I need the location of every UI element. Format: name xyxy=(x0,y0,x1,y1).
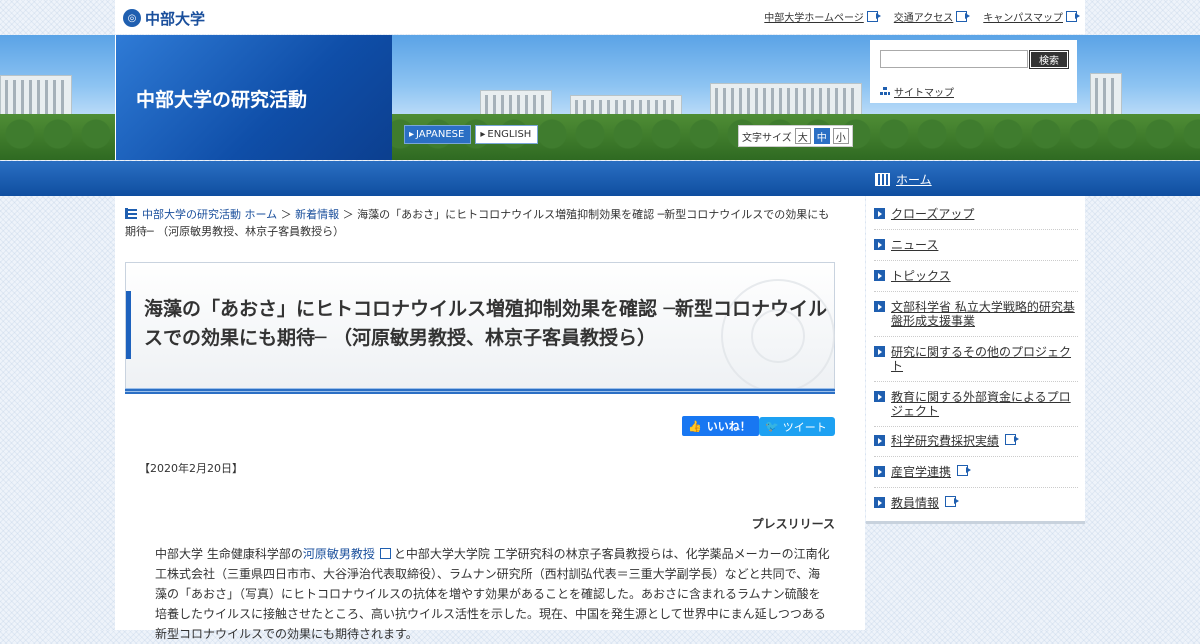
arrow-icon: ▸ xyxy=(480,129,486,140)
twitter-bird-icon: 🐦 xyxy=(765,420,779,433)
facebook-like-button[interactable]: 👍 いいね！ xyxy=(682,416,759,436)
font-size-switcher: 文字サイズ 大 中 小 xyxy=(738,125,853,147)
arrow-right-icon xyxy=(874,466,885,477)
tweet-label: ツイート xyxy=(782,420,827,434)
article-title: 海藻の「あおさ」にヒトコロナウイルス増殖抑制効果を確認 ─新型コロナウイルスでの… xyxy=(144,298,828,349)
sidebar-item-label: 研究に関するその他のプロジェクト xyxy=(891,345,1072,373)
top-link-homepage[interactable]: 中部大学ホームページ xyxy=(764,9,881,24)
like-label: いいね！ xyxy=(706,420,751,433)
top-link-access[interactable]: 交通アクセス xyxy=(893,9,971,24)
sitemap-link[interactable]: サイトマップ xyxy=(880,84,954,99)
sidebar-item-label: 産官学連携 xyxy=(891,465,952,479)
sidebar-item-other-projects[interactable]: 研究に関するその他のプロジェクト xyxy=(874,345,1078,382)
building-icon xyxy=(875,173,890,186)
external-link-icon xyxy=(945,496,960,507)
article-title-box: 海藻の「あおさ」にヒトコロナウイルス増殖抑制効果を確認 ─新型コロナウイルスでの… xyxy=(125,262,835,393)
breadcrumb-news-link[interactable]: 新着情報 xyxy=(295,208,339,221)
breadcrumb: 中部大学の研究活動 ホーム ＞ 新着情報 ＞ 海藻の「あおさ」にヒトコロナウイル… xyxy=(125,206,835,240)
arrow-right-icon xyxy=(874,301,885,312)
arrow-right-icon xyxy=(874,239,885,250)
sidebar-item-mext-project[interactable]: 文部科学省 私立大学戦略的研究基盤形成支援事業 xyxy=(874,300,1078,337)
sidebar-item-news[interactable]: ニュース xyxy=(874,238,1078,261)
sidebar-item-label: クローズアップ xyxy=(891,207,975,221)
title-accent-bar xyxy=(126,291,131,359)
font-size-large-button[interactable]: 大 xyxy=(794,128,811,144)
sidebar-item-label: 科学研究費採択実績 xyxy=(891,434,1000,448)
search-button[interactable]: 検索 xyxy=(1029,50,1069,69)
sidebar-item-faculty[interactable]: 教員情報 xyxy=(874,496,1078,518)
sidebar-item-education-projects[interactable]: 教育に関する外部資金によるプロジェクト xyxy=(874,390,1078,427)
body-text-prefix: 中部大学 生命健康科学部の xyxy=(155,547,303,561)
font-size-small-button[interactable]: 小 xyxy=(832,128,849,144)
sidebar-item-label: 文部科学省 私立大学戦略的研究基盤形成支援事業 xyxy=(891,300,1075,328)
site-title-panel: 中部大学の研究活動 xyxy=(116,35,392,160)
sidebar-item-label: トピックス xyxy=(891,269,951,283)
body-text-rest: と中部大学大学院 工学研究科の林京子客員教授らは、化学薬品メーカーの江南化工株式… xyxy=(155,547,830,641)
font-size-medium-button[interactable]: 中 xyxy=(813,128,830,144)
sidebar-item-label: 教員情報 xyxy=(891,496,940,510)
search-input[interactable] xyxy=(880,50,1028,68)
arrow-right-icon xyxy=(874,497,885,508)
university-logo[interactable]: ◎ 中部大学 xyxy=(123,8,205,28)
lang-label: ENGLISH xyxy=(487,129,532,140)
font-size-label: 文字サイズ xyxy=(742,132,792,144)
press-release-label: プレスリリース xyxy=(751,517,835,531)
site-title: 中部大学の研究活動 xyxy=(136,89,308,111)
sitemap-label: サイトマップ xyxy=(894,88,954,99)
top-link-campus-map[interactable]: キャンパスマップ xyxy=(983,9,1080,24)
professor-link[interactable]: 河原敏男教授 xyxy=(303,547,375,561)
main-content: 中部大学の研究活動 ホーム ＞ 新着情報 ＞ 海藻の「あおさ」にヒトコロナウイル… xyxy=(115,196,865,641)
arrow-right-icon xyxy=(874,270,885,281)
top-bar: ◎ 中部大学 中部大学ホームページ 交通アクセス キャンパスマップ xyxy=(115,0,1085,34)
breadcrumb-icon xyxy=(125,208,137,219)
logo-text: 中部大学 xyxy=(145,9,206,28)
external-link-icon xyxy=(379,548,391,559)
arrow-right-icon xyxy=(874,208,885,219)
sidebar-menu: クローズアップ ニュース トピックス 文部科学省 私立大学戦略的研究基盤形成支援… xyxy=(866,196,1085,524)
sidebar-item-label: ニュース xyxy=(891,238,939,252)
tweet-button[interactable]: 🐦 ツイート xyxy=(759,417,835,436)
top-link-label: キャンパスマップ xyxy=(983,13,1063,24)
logo-mark-icon: ◎ xyxy=(123,9,141,27)
breadcrumb-home-link[interactable]: 中部大学の研究活動 ホーム xyxy=(142,208,277,221)
breadcrumb-separator: ＞ xyxy=(277,208,296,221)
breadcrumb-separator: ＞ xyxy=(339,208,358,221)
nav-home-link[interactable]: ホーム xyxy=(875,171,932,188)
sidebar-item-industry[interactable]: 産官学連携 xyxy=(874,465,1078,488)
external-link-icon xyxy=(957,465,972,476)
thumbs-up-icon: 👍 xyxy=(688,419,702,433)
nav-band xyxy=(0,161,1200,196)
external-link-icon xyxy=(956,11,971,22)
sitemap-icon xyxy=(880,87,890,96)
language-switcher: ▸ JAPANESE ▸ ENGLISH xyxy=(404,125,539,144)
article-body: 中部大学 生命健康科学部の河原敏男教授 と中部大学大学院 工学研究科の林京子客員教… xyxy=(155,544,830,644)
top-link-label: 中部大学ホームページ xyxy=(764,13,864,24)
lang-japanese-button[interactable]: ▸ JAPANESE xyxy=(404,125,472,144)
arrow-right-icon xyxy=(874,391,885,402)
arrow-right-icon xyxy=(874,435,885,446)
top-link-label: 交通アクセス xyxy=(893,13,954,24)
sidebar-item-kakenhi[interactable]: 科学研究費採択実績 xyxy=(874,434,1078,457)
title-underline-stripe xyxy=(125,388,835,394)
sidebar-item-topics[interactable]: トピックス xyxy=(874,269,1078,292)
arrow-icon: ▸ xyxy=(409,129,415,140)
external-link-icon xyxy=(1005,434,1020,445)
nav-home-label: ホーム xyxy=(896,173,932,187)
arrow-right-icon xyxy=(874,346,885,357)
top-links: 中部大学ホームページ 交通アクセス キャンパスマップ xyxy=(764,9,1080,24)
lang-label: JAPANESE xyxy=(416,129,465,140)
sidebar-item-label: 教育に関する外部資金によるプロジェクト xyxy=(891,390,1071,418)
external-link-icon xyxy=(866,11,881,22)
external-link-icon xyxy=(1066,11,1080,22)
article-date: 【2020年2月20日】 xyxy=(139,462,243,475)
lang-english-button[interactable]: ▸ ENGLISH xyxy=(475,125,539,144)
sidebar-item-closeup[interactable]: クローズアップ xyxy=(874,207,1078,230)
